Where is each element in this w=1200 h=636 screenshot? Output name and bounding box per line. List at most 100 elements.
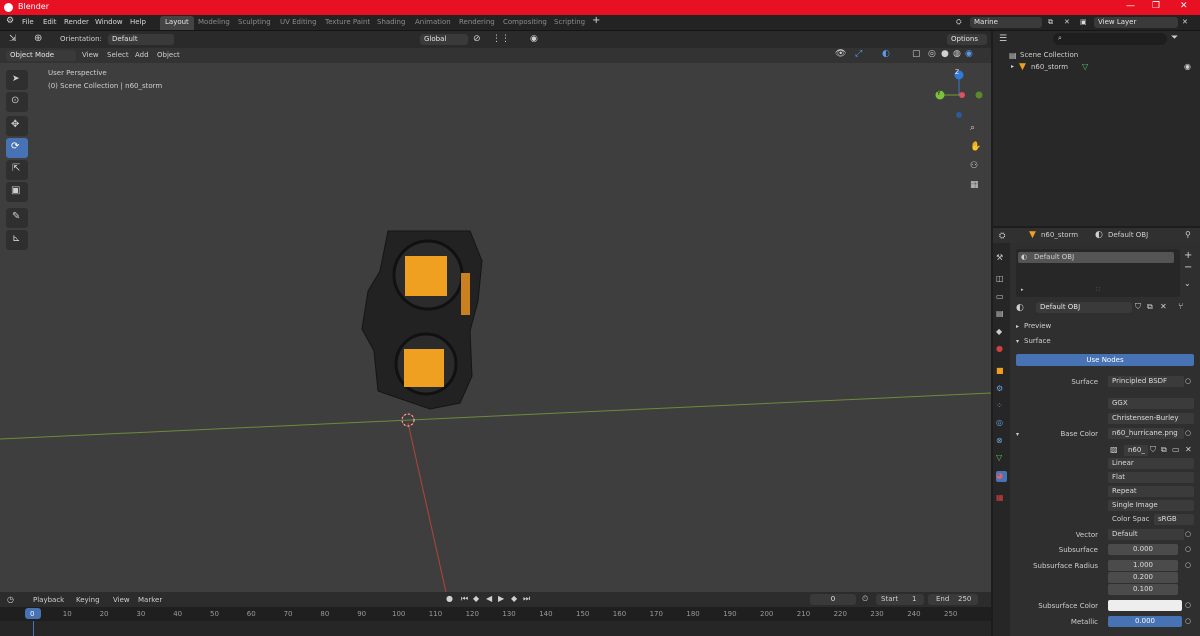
extension-dropdown[interactable]: Repeat — [1108, 486, 1194, 497]
link-icon[interactable]: ⑂ — [1178, 302, 1183, 312]
menu-add[interactable]: Add — [135, 51, 149, 59]
world-tab-icon[interactable]: ● — [996, 344, 1007, 355]
base-color-socket-icon[interactable]: ○ — [1185, 429, 1191, 437]
view-layer-field[interactable]: View Layer — [1094, 17, 1178, 28]
tab-layout[interactable]: Layout — [160, 16, 194, 30]
camera-icon[interactable]: ⚇ — [970, 161, 978, 171]
minimize-icon[interactable]: — — [1126, 1, 1135, 11]
menu-window[interactable]: Window — [95, 18, 123, 26]
data-tab-icon[interactable]: ▽ — [996, 453, 1007, 464]
snap-icon[interactable]: ⋮⋮ — [492, 34, 510, 44]
color-space-dropdown[interactable]: sRGB — [1154, 514, 1194, 525]
output-tab-icon[interactable]: ▭ — [996, 292, 1007, 303]
view-layer-close-icon[interactable]: ✕ — [1182, 18, 1188, 26]
preview-expand-icon[interactable]: ▸ — [1016, 323, 1019, 330]
subsurface-radius-x[interactable]: 1.000 — [1108, 560, 1178, 571]
image-browse-icon[interactable]: ▨ — [1110, 445, 1118, 454]
preview-range-icon[interactable]: ⏲ — [862, 594, 868, 604]
next-keyframe-icon[interactable]: ◆ — [511, 594, 517, 603]
timeline-ruler[interactable]: 0 10 20 30 40 50 60 70 80 90 100 110 120 130 140 150 160… — [0, 607, 991, 621]
metallic-value[interactable]: 0.000 — [1108, 616, 1182, 627]
unlink-material-icon[interactable]: ✕ — [1160, 302, 1167, 311]
hide-eye-icon[interactable]: ◉ — [1184, 62, 1191, 71]
render-tab-icon[interactable]: ◫ — [996, 274, 1007, 285]
menu-timeline-view[interactable]: View — [113, 596, 130, 604]
material-name-field[interactable]: Default OBJ — [1036, 302, 1132, 313]
duplicate-material-icon[interactable]: ⧉ — [1147, 302, 1153, 312]
menu-render[interactable]: Render — [64, 18, 89, 26]
base-color-texture-field[interactable]: n60_hurricane.png — [1108, 428, 1184, 439]
subsurface-value[interactable]: 0.000 — [1108, 544, 1178, 555]
scene-field[interactable]: Marine — [970, 17, 1042, 28]
maximize-icon[interactable]: ❐ — [1152, 1, 1160, 11]
pin-icon[interactable]: ⚲ — [1185, 230, 1191, 239]
tab-animation[interactable]: Animation — [410, 16, 456, 30]
subsurface-color-socket-icon[interactable]: ○ — [1185, 601, 1191, 609]
scene-tab-icon[interactable]: ◆ — [996, 327, 1007, 338]
projection-dropdown[interactable]: Flat — [1108, 472, 1194, 483]
surface-socket-icon[interactable]: ○ — [1185, 377, 1191, 385]
outliner-editor-icon[interactable]: ☰ — [999, 34, 1007, 44]
menu-select[interactable]: Select — [107, 51, 129, 59]
options-dropdown[interactable]: Options — [947, 34, 987, 45]
proportional-edit-icon[interactable]: ◉ — [530, 34, 538, 44]
annotate-tool[interactable]: ✎ — [6, 208, 28, 228]
surface-expand-icon[interactable]: ▾ — [1016, 338, 1019, 345]
current-frame-field[interactable]: 0 — [810, 594, 856, 605]
material-browse-icon[interactable]: ◐ — [1016, 303, 1024, 313]
shading-rendered-icon[interactable]: ◉ — [965, 49, 973, 59]
list-resize-handle-icon[interactable]: ∷ — [1096, 286, 1100, 293]
scale-tool[interactable]: ⇱ — [6, 160, 28, 180]
tab-compositing[interactable]: Compositing — [498, 16, 552, 30]
mode-dropdown[interactable]: Object Mode — [6, 50, 76, 61]
subsurface-radius-y[interactable]: 0.200 — [1108, 572, 1178, 583]
measure-tool[interactable]: ⊾ — [6, 230, 28, 250]
menu-edit[interactable]: Edit — [43, 18, 57, 26]
pivot-icon[interactable]: ⊘ — [473, 34, 481, 44]
pan-hand-icon[interactable]: ✋ — [970, 142, 981, 152]
prev-keyframe-icon[interactable]: ◆ — [473, 594, 479, 603]
shading-material-icon[interactable]: ◍ — [953, 49, 961, 59]
outliner-object-n60-storm[interactable]: n60_storm — [1031, 63, 1068, 71]
tab-uv-editing[interactable]: UV Editing — [275, 16, 322, 30]
move-tool[interactable]: ✥ — [6, 116, 28, 136]
image-unlink-icon[interactable]: ✕ — [1185, 445, 1192, 454]
timeline-editor-icon[interactable]: ◷ — [7, 595, 14, 604]
source-dropdown[interactable]: Single Image — [1108, 500, 1194, 511]
filter-icon[interactable]: ⏷ — [1171, 33, 1178, 43]
jump-start-icon[interactable]: ⏮ — [461, 594, 468, 604]
view-layer-icon[interactable]: ▣ — [1080, 18, 1087, 26]
subsurface-color-swatch[interactable] — [1108, 600, 1182, 611]
subsurface-socket-icon[interactable]: ○ — [1185, 545, 1191, 553]
image-duplicate-icon[interactable]: ⧉ — [1161, 445, 1167, 455]
object-tab-icon[interactable]: ■ — [996, 366, 1007, 377]
close-icon[interactable]: ✕ — [1180, 1, 1188, 11]
properties-editor-icon[interactable]: ⛭ — [999, 231, 1005, 241]
image-name-field[interactable]: n60_ — [1124, 445, 1148, 456]
tool-tab-icon[interactable]: ⚒ — [996, 253, 1007, 264]
transform-pivot-icon[interactable]: ⊕ — [34, 33, 42, 44]
menu-help[interactable]: Help — [130, 18, 146, 26]
subsurface-radius-socket-icon[interactable]: ○ — [1185, 561, 1191, 569]
material-slot-row[interactable]: ◐ Default OBJ — [1018, 252, 1174, 263]
panel-preview[interactable]: Preview — [1024, 322, 1051, 330]
menu-view[interactable]: View — [82, 51, 99, 59]
texture-tab-icon[interactable]: ▦ — [996, 493, 1007, 504]
shading-solid-icon[interactable]: ● — [941, 49, 949, 59]
transform-space-dropdown[interactable]: Global — [420, 34, 468, 45]
panel-surface[interactable]: Surface — [1024, 337, 1051, 345]
end-frame-field[interactable]: End 250 — [928, 594, 978, 605]
tab-rendering[interactable]: Rendering — [454, 16, 500, 30]
editor-type-icon[interactable]: ⇲ — [9, 34, 17, 44]
vector-field[interactable]: Default — [1108, 529, 1184, 540]
outliner-scene-collection[interactable]: Scene Collection — [1020, 51, 1078, 59]
tab-sculpting[interactable]: Sculpting — [233, 16, 276, 30]
shading-wireframe-icon[interactable]: ◎ — [928, 49, 936, 59]
add-workspace-icon[interactable]: + — [592, 15, 600, 26]
transform-tool[interactable]: ▣ — [6, 182, 28, 202]
viewport-3d[interactable]: Z Y User Perspective (0) Scene Collectio… — [0, 31, 991, 592]
use-nodes-button[interactable]: Use Nodes — [1016, 354, 1194, 366]
scene-browse-icon[interactable]: ⧉ — [1048, 18, 1053, 27]
scene-close-icon[interactable]: ✕ — [1064, 18, 1070, 26]
visibility-icon[interactable]: 👁 — [835, 49, 846, 59]
